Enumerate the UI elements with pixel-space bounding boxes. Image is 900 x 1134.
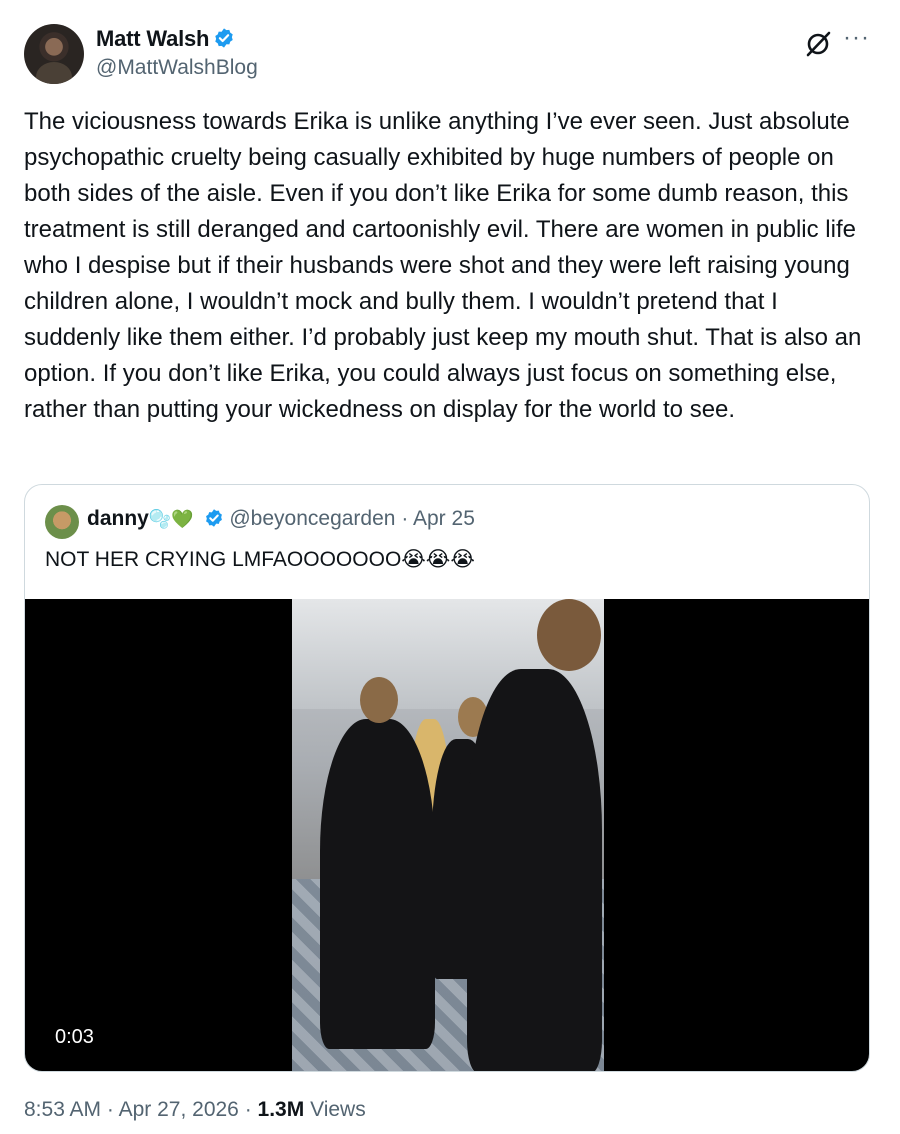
- quote-header: danny🫧💚 @beyoncegarden · Apr 25: [87, 507, 475, 534]
- quote-date[interactable]: Apr 25: [413, 507, 475, 530]
- video-timestamp: 0:03: [47, 1024, 102, 1051]
- views-label: Views: [310, 1098, 366, 1121]
- more-icon[interactable]: ···: [843, 24, 870, 52]
- views-count: 1.3M: [257, 1098, 305, 1121]
- tweet-time[interactable]: 8:53 AM: [24, 1098, 101, 1121]
- tweet-meta: 8:53 AM · Apr 27, 2026 · 1.3M Views: [24, 1098, 366, 1122]
- author-avatar[interactable]: [24, 24, 84, 84]
- grok-icon[interactable]: [804, 30, 832, 63]
- verified-badge-icon: [213, 27, 235, 55]
- tweet-date[interactable]: Apr 27, 2026: [119, 1098, 239, 1121]
- author-handle[interactable]: @MattWalshBlog: [96, 56, 258, 80]
- quote-avatar[interactable]: [45, 505, 79, 539]
- author-name[interactable]: Matt Walsh: [96, 26, 209, 51]
- meta-separator: ·: [244, 1098, 252, 1121]
- quote-author-handle[interactable]: @beyoncegarden: [229, 507, 395, 530]
- verified-badge-icon: [204, 508, 224, 534]
- quoted-tweet[interactable]: danny🫧💚 @beyoncegarden · Apr 25 NOT HER …: [24, 484, 870, 1072]
- video-player[interactable]: 0:03: [25, 599, 869, 1071]
- quote-text: NOT HER CRYING LMFAOOOOOOO😭😭😭: [45, 548, 475, 571]
- quote-author-name[interactable]: danny: [87, 507, 149, 530]
- tweet-text: The viciousness towards Erika is unlike …: [24, 108, 862, 423]
- quote-separator: ·: [401, 507, 409, 530]
- tweet-header: Matt Walsh @MattWalshBlog ···: [24, 24, 876, 84]
- video-frame: [292, 599, 604, 1071]
- meta-separator: ·: [106, 1098, 114, 1121]
- author-name-row[interactable]: Matt Walsh: [96, 26, 235, 55]
- quote-name-emojis: 🫧💚: [148, 509, 194, 529]
